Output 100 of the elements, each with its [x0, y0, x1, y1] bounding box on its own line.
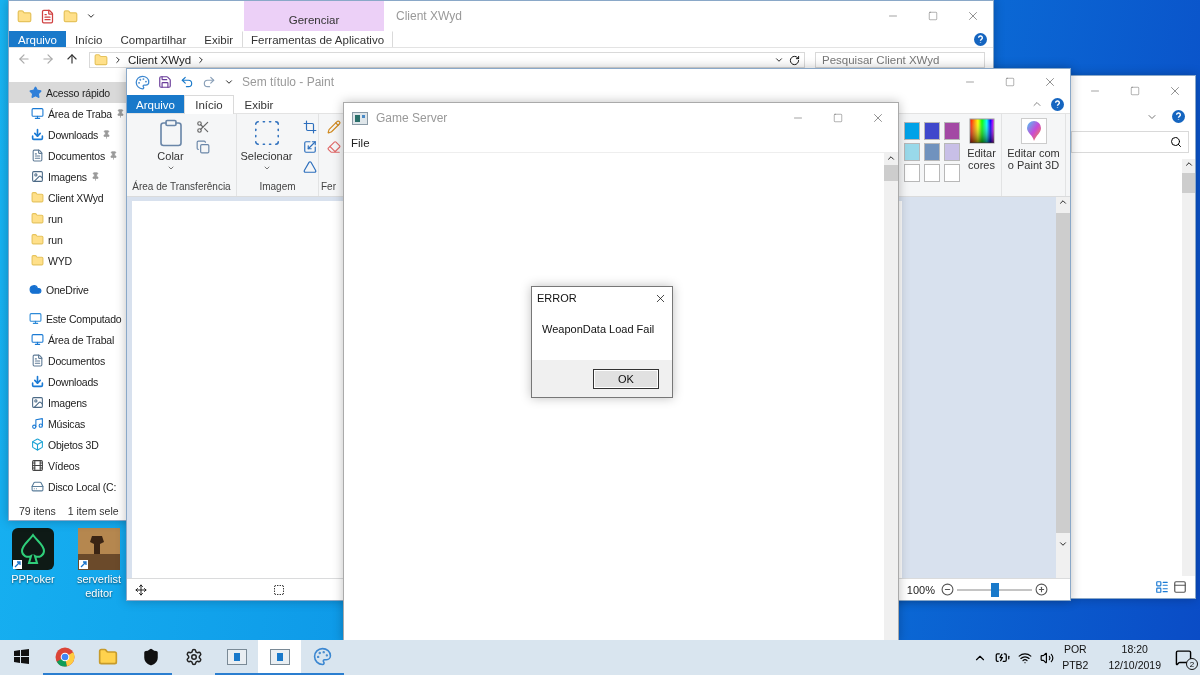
- nav-item[interactable]: OneDrive: [9, 279, 127, 300]
- notification-count: 2: [1186, 658, 1198, 670]
- scroll-down-icon[interactable]: [1058, 539, 1068, 549]
- chevron-icon[interactable]: [113, 55, 123, 65]
- poker-app-icon[interactable]: [12, 528, 54, 570]
- menu-item[interactable]: File: [349, 136, 372, 149]
- game-app-icon[interactable]: [78, 528, 120, 570]
- color-swatch[interactable]: [924, 164, 940, 182]
- scroll-up-icon[interactable]: [886, 153, 896, 163]
- color-swatch[interactable]: [944, 122, 960, 140]
- zoom-in-icon[interactable]: [1035, 583, 1048, 596]
- address-bar[interactable]: Client XWyd: [89, 52, 805, 68]
- ribbon-button[interactable]: Selecionar: [238, 118, 295, 180]
- eraser-icon[interactable]: [327, 140, 341, 154]
- nav-item[interactable]: WYD: [9, 250, 127, 271]
- language-indicator[interactable]: POR PTB2: [1062, 642, 1089, 673]
- windows-logo-icon: [14, 649, 29, 664]
- nav-item[interactable]: Objetos 3D: [9, 434, 127, 455]
- color-swatch[interactable]: [944, 143, 960, 161]
- wifi-icon[interactable]: [1018, 650, 1033, 665]
- scrollbar-thumb[interactable]: [884, 165, 898, 181]
- scroll-up-icon[interactable]: [1183, 159, 1194, 169]
- ribbon-tab[interactable]: Arquivo: [9, 31, 66, 47]
- notifications-icon[interactable]: [1175, 649, 1192, 666]
- palette-icon[interactable]: [135, 74, 150, 90]
- ribbon-tab[interactable]: Arquivo: [127, 95, 184, 113]
- ok-button[interactable]: OK: [593, 368, 659, 389]
- breadcrumb[interactable]: Client XWyd: [128, 54, 192, 66]
- settings-icon: [184, 647, 203, 666]
- window-icon: [352, 111, 368, 125]
- help-icon[interactable]: [1051, 97, 1064, 111]
- nav-item[interactable]: Downloads: [9, 124, 127, 145]
- scroll-up-icon[interactable]: [1058, 197, 1068, 207]
- back-icon[interactable]: [17, 52, 31, 66]
- color-swatch[interactable]: [904, 143, 920, 161]
- scrollbar-thumb[interactable]: [1056, 213, 1070, 533]
- search-field[interactable]: Pesquisar Client XWyd: [815, 52, 985, 68]
- nav-item[interactable]: Área de Traba: [9, 103, 127, 124]
- crop-icon[interactable]: [302, 120, 317, 134]
- redo-icon[interactable]: [202, 75, 216, 89]
- caret-icon[interactable]: [224, 77, 234, 87]
- volume-icon[interactable]: [1040, 650, 1055, 665]
- scrollbar[interactable]: [1182, 159, 1195, 576]
- folder-icon: [97, 646, 118, 667]
- ribbon-tab[interactable]: Ferramentas de Aplicativo: [242, 31, 394, 47]
- paint-3d-button[interactable]: Editar com o Paint 3D: [1002, 114, 1066, 196]
- nav-item[interactable]: Disco Local (C:: [9, 476, 127, 497]
- slider-thumb[interactable]: [990, 582, 999, 597]
- color-swatch[interactable]: [904, 122, 920, 140]
- color-swatch[interactable]: [944, 164, 960, 182]
- copy-icon[interactable]: [195, 140, 210, 154]
- group-label: Área de Transferência: [131, 180, 232, 193]
- scrollbar[interactable]: [884, 153, 898, 640]
- nav-item[interactable]: Downloads: [9, 371, 127, 392]
- search-field[interactable]: [1071, 131, 1189, 153]
- clock[interactable]: 18:20 12/10/2019: [1108, 642, 1161, 673]
- nav-item[interactable]: Este Computado: [9, 308, 127, 329]
- nav-item[interactable]: Documentos: [9, 350, 127, 371]
- forward-icon[interactable]: [41, 52, 55, 66]
- scrollbar-thumb[interactable]: [1182, 173, 1195, 193]
- zoom-out-icon[interactable]: [941, 583, 954, 596]
- nav-item[interactable]: Imagens: [9, 392, 127, 413]
- scissors-icon[interactable]: [195, 120, 210, 134]
- dropdown-icon[interactable]: [774, 55, 784, 65]
- nav-item[interactable]: Vídeos: [9, 455, 127, 476]
- save-icon[interactable]: [158, 75, 172, 89]
- edit-colors-button[interactable]: Editar cores: [962, 114, 1002, 196]
- caret-icon: [166, 164, 175, 172]
- help-icon[interactable]: [974, 32, 987, 46]
- ribbon-tab[interactable]: Início: [184, 95, 234, 114]
- nav-item[interactable]: Acesso rápido: [9, 82, 127, 103]
- caret-icon[interactable]: [86, 11, 96, 21]
- color-swatch[interactable]: [924, 143, 940, 161]
- ribbon-button[interactable]: Colar: [153, 118, 188, 180]
- color-swatch[interactable]: [924, 122, 940, 140]
- nav-item[interactable]: run: [9, 229, 127, 250]
- refresh-icon[interactable]: [789, 54, 800, 66]
- details-view-icon[interactable]: [1155, 580, 1169, 594]
- nav-item[interactable]: Músicas: [9, 413, 127, 434]
- scrollbar[interactable]: [1056, 197, 1070, 578]
- nav-item[interactable]: run: [9, 208, 127, 229]
- resize-icon[interactable]: [302, 140, 317, 154]
- properties-icon[interactable]: [40, 8, 55, 24]
- color-swatch[interactable]: [904, 164, 920, 182]
- pencil-icon[interactable]: [327, 120, 341, 134]
- battery-icon[interactable]: [995, 650, 1011, 665]
- nav-item[interactable]: Imagens: [9, 166, 127, 187]
- drive-icon: [31, 480, 44, 493]
- caret-icon: [262, 164, 271, 172]
- nav-item[interactable]: Client XWyd: [9, 187, 127, 208]
- folder-icon: [31, 191, 44, 204]
- folder-icon: [31, 233, 44, 246]
- up-icon[interactable]: [65, 52, 79, 66]
- nav-item[interactable]: Área de Trabal: [9, 329, 127, 350]
- help-icon[interactable]: [1172, 110, 1185, 123]
- undo-icon[interactable]: [180, 75, 194, 89]
- status-text: 1 item sele: [67, 505, 119, 517]
- context-tab-header: Gerenciar: [244, 1, 384, 31]
- large-icons-view-icon[interactable]: [1173, 580, 1187, 594]
- nav-item[interactable]: Documentos: [9, 145, 127, 166]
